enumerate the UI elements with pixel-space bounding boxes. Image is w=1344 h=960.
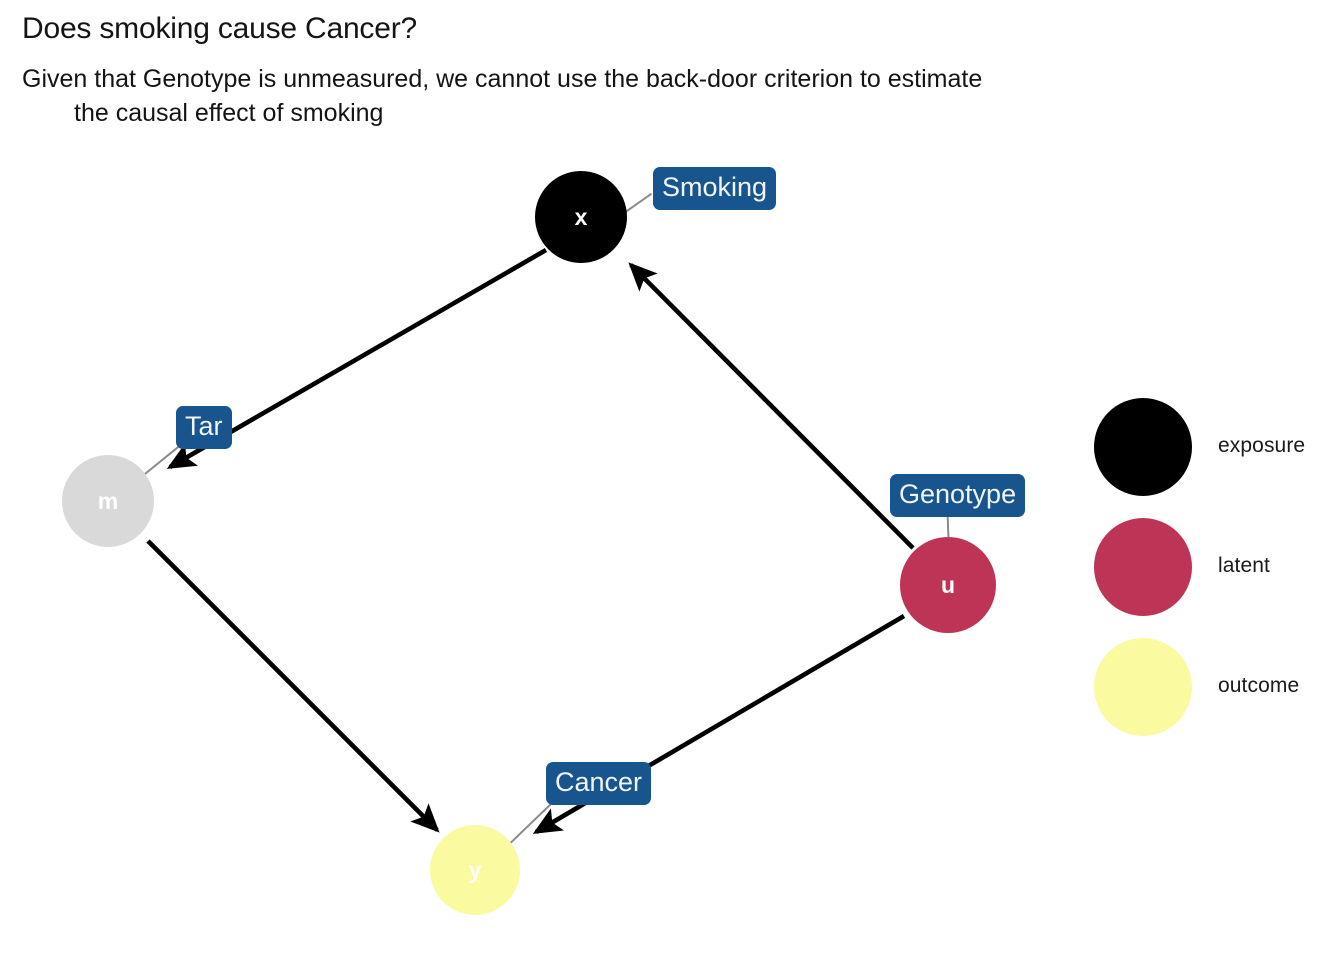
node-x-label: x [574, 203, 588, 230]
node-y-label: y [468, 856, 482, 883]
legend-item-latent: latent [1094, 518, 1344, 638]
edge-u-to-x [628, 262, 915, 550]
node-m-label: m [97, 487, 119, 514]
node-x[interactable]: x [535, 171, 627, 263]
tag-smoking[interactable]: Smoking [653, 167, 777, 210]
tag-genotype[interactable]: Genotype [890, 474, 1026, 517]
causal-dag: x m u y Smoking Tar Genotype Cancer [0, 0, 1080, 960]
legend-label-exposure: exposure [1218, 434, 1306, 457]
node-m[interactable]: m [62, 455, 154, 547]
tag-cancer[interactable]: Cancer [546, 762, 652, 805]
legend: exposure latent outcome [1094, 398, 1344, 758]
node-y[interactable]: y [430, 825, 520, 915]
node-u-label: u [940, 571, 956, 598]
tag-tar[interactable]: Tar [176, 406, 232, 449]
legend-item-exposure: exposure [1094, 398, 1344, 518]
legend-swatch-outcome-icon [1094, 638, 1192, 736]
legend-label-outcome: outcome [1218, 674, 1300, 697]
legend-swatch-latent-icon [1094, 518, 1192, 616]
legend-label-latent: latent [1218, 554, 1270, 577]
legend-swatch-exposure-icon [1094, 398, 1192, 496]
diagram-canvas: Does smoking cause Cancer? Given that Ge… [0, 0, 1344, 960]
node-u[interactable]: u [900, 537, 996, 633]
edge-m-to-y [146, 539, 440, 833]
legend-item-outcome: outcome [1094, 638, 1344, 758]
